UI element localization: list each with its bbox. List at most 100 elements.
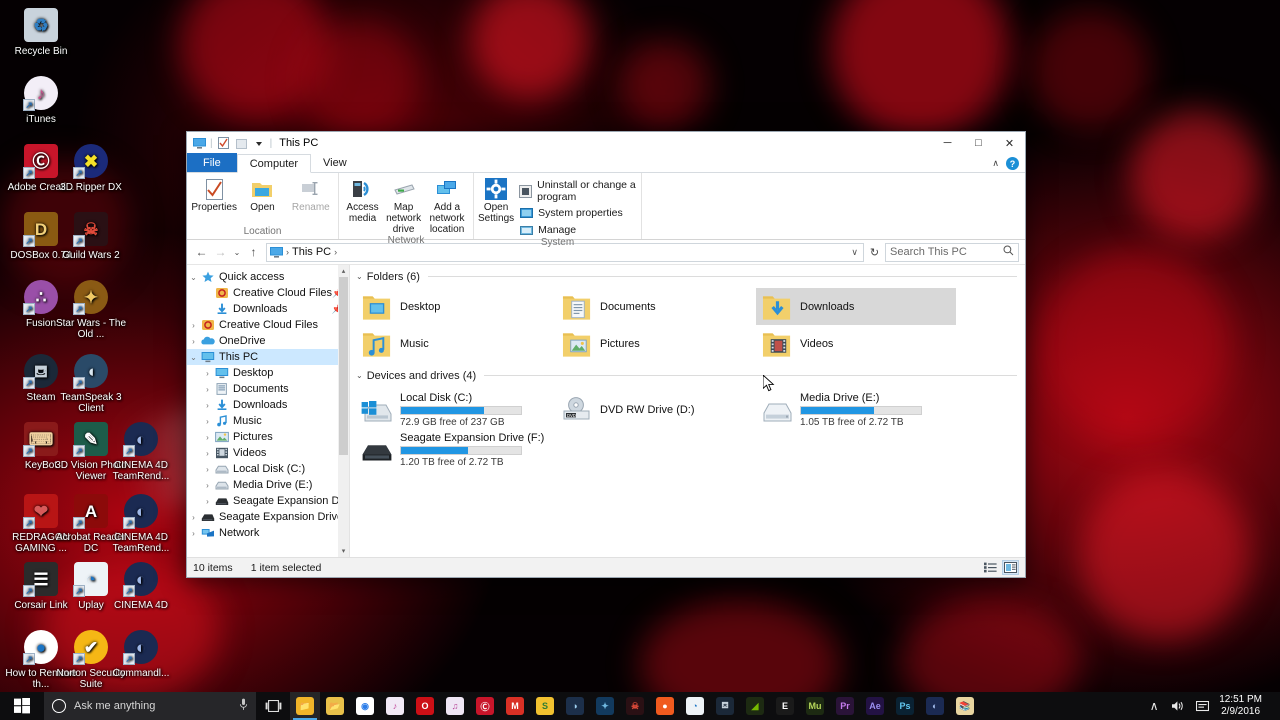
taskbar-app-gmail[interactable]: M: [500, 692, 530, 720]
new-folder-icon[interactable]: [234, 136, 249, 151]
breadcrumb-separator-2[interactable]: ›: [334, 247, 337, 257]
chevron-right-icon[interactable]: ›: [201, 481, 214, 490]
chevron-right-icon[interactable]: ›: [187, 321, 200, 330]
content-pane[interactable]: ⌄ Folders (6) Desktop Documents Downloads M…: [350, 265, 1025, 557]
open-button[interactable]: Open: [238, 175, 286, 213]
details-view-button[interactable]: [982, 560, 999, 575]
taskbar-app-list[interactable]: 📁 📂 ◉ ♪ O ♫ Ⓒ M S ◑ ✦ ☠ ● ◔ ⛾ ◢ E Mu Pr Ae Ps ◐ 📚: [290, 692, 980, 720]
tab-file[interactable]: File: [187, 153, 237, 172]
help-icon[interactable]: ?: [1006, 157, 1019, 170]
drive-tile[interactable]: Media Drive (E:) 1.05 TB free of 2.72 TB: [756, 387, 956, 428]
sidebar-item-seagate-expansion-drive-f[interactable]: › Seagate Expansion Drive (F:): [187, 493, 349, 509]
folder-tile[interactable]: Documents: [556, 288, 756, 325]
sidebar-item-videos[interactable]: › Videos: [187, 445, 349, 461]
sidebar-item-documents[interactable]: › Documents: [187, 381, 349, 397]
taskbar-app-snagit[interactable]: S: [530, 692, 560, 720]
collapse-ribbon-icon[interactable]: ∧: [992, 158, 999, 169]
large-icons-view-button[interactable]: [1002, 560, 1019, 575]
navigation-scrollbar[interactable]: ▴ ▾: [338, 265, 349, 557]
taskbar-app-uplay[interactable]: ◔: [680, 692, 710, 720]
tab-computer[interactable]: Computer: [236, 154, 312, 173]
system-properties-button[interactable]: System properties: [519, 206, 636, 220]
taskbar-app-adobe-premiere-pro[interactable]: Pr: [830, 692, 860, 720]
manage-button[interactable]: Manage: [519, 223, 636, 237]
sidebar-item-network[interactable]: › Network: [187, 525, 349, 541]
action-center-icon[interactable]: [1191, 692, 1213, 720]
chevron-right-icon[interactable]: ›: [201, 449, 214, 458]
window-controls[interactable]: ─ □ ✕: [932, 132, 1025, 154]
chevron-right-icon[interactable]: ›: [187, 529, 200, 538]
taskbar-app-adobe-creative-cloud[interactable]: Ⓒ: [470, 692, 500, 720]
taskbar-app-itunes-2[interactable]: ♫: [440, 692, 470, 720]
system-tray[interactable]: ∧ 12:51 PM 2/9/2016: [1143, 692, 1280, 720]
chevron-down-icon[interactable]: ⌄: [187, 273, 200, 282]
scroll-down-arrow[interactable]: ▾: [342, 545, 346, 557]
chevron-down-icon[interactable]: ⌄: [356, 371, 363, 380]
access-media-button[interactable]: Access media: [342, 175, 383, 224]
folder-tile[interactable]: Downloads: [756, 288, 956, 325]
taskbar-app-mudbox[interactable]: Mu: [800, 692, 830, 720]
sidebar-item-onedrive[interactable]: › OneDrive: [187, 333, 349, 349]
forward-button[interactable]: →: [212, 243, 229, 261]
desktop-icon-guild-wars-2-icon[interactable]: ☠ Guild Wars 2: [54, 212, 128, 261]
ribbon-tabs[interactable]: File Computer View ∧ ?: [187, 153, 1025, 173]
drive-tile[interactable]: Local Disk (C:) 72.9 GB free of 237 GB: [356, 387, 556, 428]
sidebar-item-downloads[interactable]: Downloads📌: [187, 301, 349, 317]
desktop-icon-recycle-bin-icon[interactable]: ♻ Recycle Bin: [4, 8, 78, 57]
desktop-icon-cinema-4d-teamrender-icon[interactable]: ◐ CINEMA 4D TeamRend...: [104, 422, 178, 482]
up-button[interactable]: ↑: [245, 243, 262, 261]
sidebar-item-creative-cloud-files[interactable]: Creative Cloud Files📌: [187, 285, 349, 301]
taskbar-app-file-explorer[interactable]: 📁: [290, 692, 320, 720]
drive-tile[interactable]: DVD DVD RW Drive (D:): [556, 387, 756, 427]
volume-icon[interactable]: [1167, 692, 1189, 720]
map-network-drive-button[interactable]: Map network drive: [383, 175, 424, 235]
taskbar-app-winrar[interactable]: 📚: [950, 692, 980, 720]
chevron-right-icon[interactable]: ›: [201, 417, 214, 426]
chevron-down-icon[interactable]: ⌄: [187, 353, 200, 362]
uninstall-program-button[interactable]: Uninstall or change a program: [519, 179, 636, 203]
tab-view[interactable]: View: [311, 153, 359, 172]
taskbar-app-google-chrome[interactable]: ◉: [350, 692, 380, 720]
drives-group-header[interactable]: ⌄ Devices and drives (4): [350, 368, 1025, 383]
breadcrumb-item-this-pc[interactable]: This PC: [292, 246, 331, 258]
back-button[interactable]: ←: [193, 243, 210, 261]
chevron-right-icon[interactable]: ›: [201, 497, 214, 506]
taskbar-app-guild-wars-2[interactable]: ☠: [620, 692, 650, 720]
sidebar-item-media-drive-e[interactable]: › Media Drive (E:): [187, 477, 349, 493]
desktop-icon-cinema-4d-icon[interactable]: ◐ CINEMA 4D: [104, 562, 178, 611]
taskbar-app-itunes[interactable]: ♪: [380, 692, 410, 720]
folder-tile[interactable]: Videos: [756, 325, 956, 362]
taskbar-app-origin[interactable]: ●: [650, 692, 680, 720]
ribbon[interactable]: Properties Open Rename Location Access m…: [187, 173, 1025, 248]
chevron-right-icon[interactable]: ›: [201, 369, 214, 378]
drives-tile-list[interactable]: Local Disk (C:) 72.9 GB free of 237 GB DVD…: [350, 383, 1025, 473]
this-pc-icon[interactable]: [270, 246, 283, 258]
clock[interactable]: 12:51 PM 2/9/2016: [1215, 694, 1269, 718]
folder-tile[interactable]: Desktop: [356, 288, 556, 325]
desktop-icon-star-wars-old-republic-icon[interactable]: ✦ Star Wars - The Old ...: [54, 280, 128, 340]
task-view-button[interactable]: [256, 692, 290, 720]
title-bar[interactable]: | | This PC ─ □ ✕: [187, 132, 1025, 154]
chevron-right-icon[interactable]: ›: [201, 433, 214, 442]
desktop-icon-3d-ripper-dx-icon[interactable]: ✖ 3D Ripper DX: [54, 144, 128, 193]
folders-tile-list[interactable]: Desktop Documents Downloads Music Pictures Vi…: [350, 284, 1025, 368]
chevron-right-icon[interactable]: ›: [187, 337, 200, 346]
desktop-icon-cinema-4d-teamrender-icon-2[interactable]: ◐ CINEMA 4D TeamRend...: [104, 494, 178, 554]
properties-icon[interactable]: [216, 136, 231, 151]
sidebar-item-local-disk-c[interactable]: › Local Disk (C:): [187, 461, 349, 477]
properties-button[interactable]: Properties: [190, 175, 238, 213]
taskbar-app-opera[interactable]: O: [410, 692, 440, 720]
sidebar-item-this-pc[interactable]: ⌄ This PC: [187, 349, 349, 365]
chevron-right-icon[interactable]: ›: [201, 385, 214, 394]
taskbar-app-nvidia-geforce[interactable]: ◢: [740, 692, 770, 720]
scroll-thumb[interactable]: [339, 277, 348, 455]
search-input[interactable]: Ask me anything: [44, 692, 256, 720]
taskbar-app-steam[interactable]: ⛾: [710, 692, 740, 720]
view-buttons[interactable]: [982, 560, 1019, 575]
desktop-icon-teamspeak-icon[interactable]: ◖ TeamSpeak 3 Client: [54, 354, 128, 414]
folder-tile[interactable]: Pictures: [556, 325, 756, 362]
chevron-down-icon[interactable]: ⌄: [356, 272, 363, 281]
sidebar-item-seagate-expansion-drive-f[interactable]: › Seagate Expansion Drive (F:): [187, 509, 349, 525]
sidebar-item-creative-cloud-files[interactable]: › Creative Cloud Files: [187, 317, 349, 333]
show-desktop-button[interactable]: [1271, 692, 1276, 720]
